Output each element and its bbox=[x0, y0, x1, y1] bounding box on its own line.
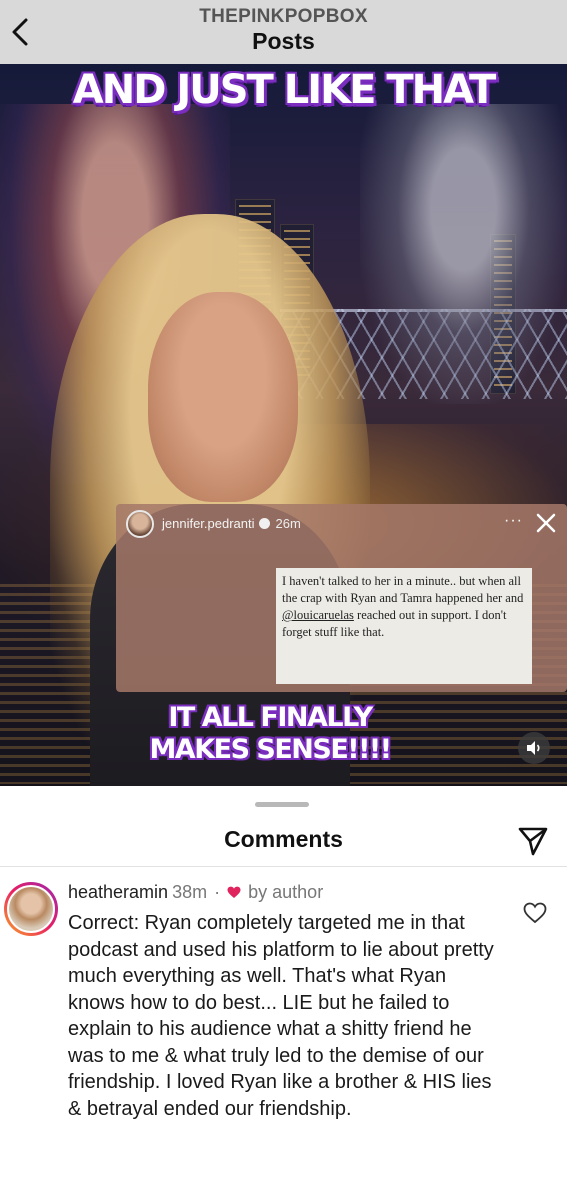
liked-by-author-label: by author bbox=[248, 882, 324, 902]
account-username[interactable]: THEPINKPOPBOX bbox=[0, 6, 567, 28]
story-username: jennifer.pedranti bbox=[162, 516, 255, 531]
story-header: jennifer.pedranti 26m bbox=[162, 516, 301, 531]
comments-sheet: Comments heatheramin 38m · by author Corr… bbox=[0, 786, 567, 1200]
page-title: Posts bbox=[252, 28, 315, 54]
audio-toggle-button[interactable] bbox=[518, 732, 550, 764]
commenter-username[interactable]: heatheramin bbox=[68, 882, 168, 902]
comment-meta: heatheramin 38m · by author bbox=[68, 882, 323, 903]
top-bar: THEPINKPOPBOX Posts bbox=[0, 0, 567, 64]
post-headline-bottom-line1: IT ALL FINALLY bbox=[168, 702, 373, 733]
sheet-drag-handle[interactable] bbox=[255, 802, 309, 807]
person-right-figure bbox=[360, 104, 567, 404]
author-heart-icon bbox=[227, 886, 241, 898]
story-time: 26m bbox=[275, 516, 301, 531]
paper-plane-icon[interactable] bbox=[516, 824, 550, 858]
more-options-icon: ··· bbox=[504, 512, 523, 529]
post-headline-bottom-line2: MAKES SENSE!!!! bbox=[149, 734, 392, 765]
post-image[interactable]: AND JUST LIKE THAT jennifer.pedranti 26m … bbox=[0, 64, 567, 786]
comments-title: Comments bbox=[224, 826, 343, 852]
quote-text-part: I haven't talked to her in a minute.. bu… bbox=[282, 574, 524, 605]
divider bbox=[0, 866, 567, 867]
mention-link: @louicaruelas bbox=[282, 608, 354, 622]
close-icon bbox=[536, 513, 556, 533]
commenter-avatar[interactable] bbox=[4, 882, 58, 936]
story-quote-text: I haven't talked to her in a minute.. bu… bbox=[276, 568, 532, 684]
heart-outline-icon[interactable] bbox=[522, 900, 548, 926]
person-center-face bbox=[148, 292, 298, 502]
post-headline-top: AND JUST LIKE THAT bbox=[72, 67, 496, 113]
story-reply-card: jennifer.pedranti 26m ··· I haven't talke… bbox=[116, 504, 567, 692]
comment-time: 38m bbox=[172, 882, 208, 902]
speaker-icon bbox=[527, 741, 540, 755]
story-avatar bbox=[126, 510, 154, 538]
avatar-image bbox=[7, 885, 55, 933]
verified-badge-icon bbox=[258, 518, 270, 529]
comment-text: Correct: Ryan completely targeted me in … bbox=[68, 912, 494, 1120]
meta-separator: · bbox=[214, 882, 221, 902]
